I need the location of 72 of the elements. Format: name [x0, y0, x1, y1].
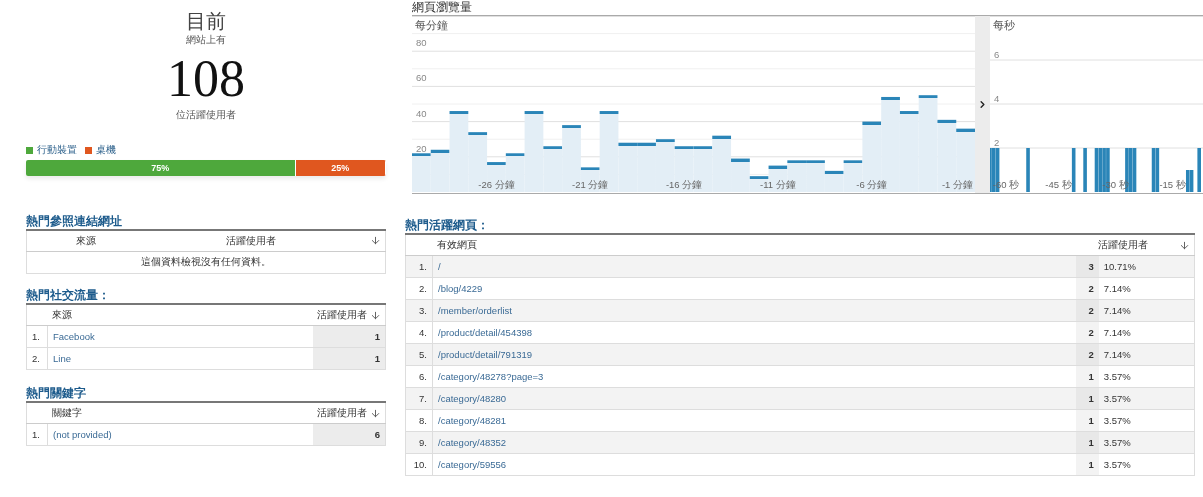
table-cell: 1	[313, 325, 386, 348]
chart-title: 每分鐘	[415, 19, 448, 31]
axis-label: -1 分鐘	[941, 179, 973, 190]
column-header: 來源	[26, 230, 145, 252]
table-cell: 1	[313, 347, 386, 370]
row-number: 1.	[26, 423, 48, 446]
row-number: 1.	[405, 255, 433, 278]
row-number: 1.	[26, 325, 48, 348]
table-cell: 3.57%	[1098, 387, 1195, 410]
section-title: 熱門活躍網頁：	[405, 218, 490, 233]
table-cell: 7.14%	[1098, 321, 1195, 344]
axis-label: -6 分鐘	[856, 179, 888, 190]
empty-message: 這個資料檢視沒有任何資料。	[26, 251, 386, 274]
row-number: 7.	[405, 387, 433, 410]
table-cell: 3.57%	[1098, 365, 1195, 388]
summary-subtitle: 網站上有	[186, 33, 226, 46]
axis-label: 80	[416, 37, 427, 49]
table-cell: 10.71%	[1098, 255, 1195, 278]
row-number: 2.	[26, 347, 48, 370]
axis-label: -60 秒	[992, 179, 1020, 190]
table-cell: 1	[1076, 387, 1099, 410]
row-number: 8.	[405, 409, 433, 432]
summary-caption: 位活躍使用者	[176, 108, 236, 121]
row-number: 5.	[405, 343, 433, 366]
share-segment: 25%	[295, 160, 386, 176]
table-cell: 1	[1076, 431, 1099, 454]
row-number: 3.	[405, 299, 433, 322]
table-cell: 1	[1076, 409, 1099, 432]
table-cell: 1	[1076, 365, 1099, 388]
row-number: 9.	[405, 431, 433, 454]
axis-label: 60	[416, 72, 427, 84]
table-cell: 1	[1076, 453, 1099, 476]
row-number: 10.	[405, 453, 433, 476]
axis-label: 20	[416, 142, 427, 154]
section-title: 熱門參照連結網址	[26, 214, 123, 229]
table-cell: 3.57%	[1098, 431, 1195, 454]
table-cell: 3.57%	[1098, 409, 1195, 432]
table-cell: 3.57%	[1098, 453, 1195, 476]
row-number: 2.	[405, 277, 433, 300]
axis-label: 4	[994, 93, 1000, 104]
axis-label: -45 秒	[1045, 179, 1072, 190]
axis-label: -26 分鐘	[478, 179, 515, 190]
chart-heading: 網頁瀏覽量	[412, 0, 473, 15]
column-header: 來源	[47, 304, 313, 326]
table-cell: 2	[1076, 277, 1099, 300]
column-header: 有效網頁	[432, 234, 1076, 256]
column-header: 關鍵字	[47, 402, 313, 424]
row-number: 6.	[405, 365, 433, 388]
section-title: 熱門關鍵字	[26, 386, 87, 401]
legend-label: 行動裝置	[37, 143, 77, 157]
axis-label: -15 秒	[1159, 179, 1186, 190]
axis-label: 2	[994, 137, 1000, 148]
table-cell: 7.14%	[1098, 277, 1195, 300]
table-cell: 3	[1076, 255, 1099, 278]
axis-label: 6	[994, 49, 1000, 60]
axis-label: -21 分鐘	[572, 179, 609, 190]
summary-title: 目前	[186, 9, 226, 33]
section-title: 熱門社交流量：	[26, 288, 111, 303]
share-segment: 75%	[26, 160, 296, 176]
axis-label: -11 分鐘	[760, 179, 796, 190]
axis-label: 40	[416, 107, 427, 119]
table-cell: 2	[1076, 299, 1099, 322]
table-cell: 7.14%	[1098, 299, 1195, 322]
table-cell: 2	[1076, 343, 1099, 366]
legend-label: 桌機	[96, 143, 116, 157]
table-cell: 2	[1076, 321, 1099, 344]
table-cell: 7.14%	[1098, 343, 1195, 366]
chart-title: 每秒	[993, 19, 1015, 31]
axis-label: -16 分鐘	[665, 179, 703, 190]
table-cell: 6	[313, 423, 386, 446]
active-user-count: 108	[167, 50, 245, 108]
row-number: 4.	[405, 321, 433, 344]
